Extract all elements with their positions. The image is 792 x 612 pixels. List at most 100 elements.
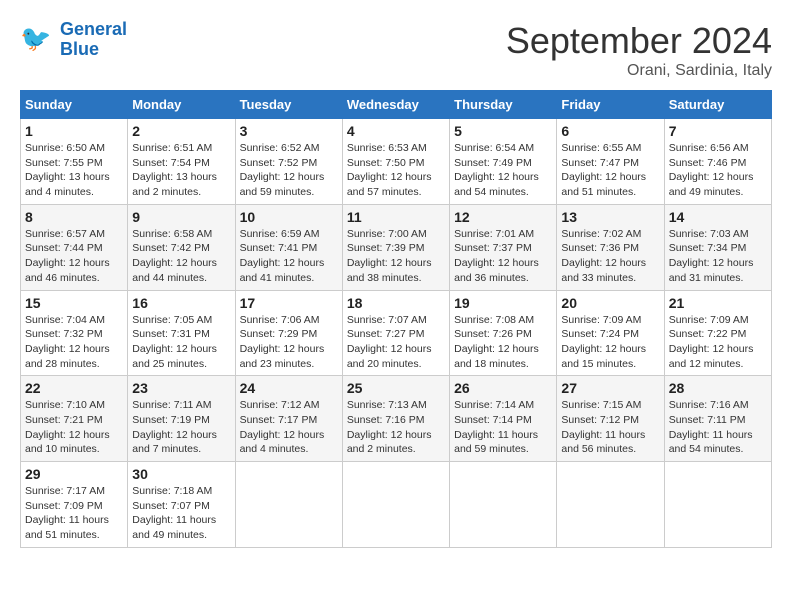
- calendar-cell: [557, 462, 664, 548]
- day-number: 6: [561, 123, 659, 139]
- day-number: 24: [240, 380, 338, 396]
- logo-text: General Blue: [60, 20, 127, 60]
- day-info: Sunrise: 6:56 AMSunset: 7:46 PMDaylight:…: [669, 141, 767, 200]
- day-info: Sunrise: 7:15 AMSunset: 7:12 PMDaylight:…: [561, 398, 659, 457]
- calendar-cell: [664, 462, 771, 548]
- day-info: Sunrise: 7:05 AMSunset: 7:31 PMDaylight:…: [132, 313, 230, 372]
- day-number: 20: [561, 295, 659, 311]
- logo-line1: General: [60, 19, 127, 39]
- day-info: Sunrise: 7:18 AMSunset: 7:07 PMDaylight:…: [132, 484, 230, 543]
- calendar-week-2: 8Sunrise: 6:57 AMSunset: 7:44 PMDaylight…: [21, 204, 772, 290]
- day-info: Sunrise: 7:16 AMSunset: 7:11 PMDaylight:…: [669, 398, 767, 457]
- day-info: Sunrise: 7:02 AMSunset: 7:36 PMDaylight:…: [561, 227, 659, 286]
- calendar-header-row: SundayMondayTuesdayWednesdayThursdayFrid…: [21, 91, 772, 119]
- calendar-cell: 14 Sunrise: 7:03 AMSunset: 7:34 PMDayligh…: [664, 204, 771, 290]
- calendar-cell: 9 Sunrise: 6:58 AMSunset: 7:42 PMDaylight…: [128, 204, 235, 290]
- day-info: Sunrise: 6:55 AMSunset: 7:47 PMDaylight:…: [561, 141, 659, 200]
- calendar-cell: 19 Sunrise: 7:08 AMSunset: 7:26 PMDayligh…: [450, 290, 557, 376]
- day-number: 16: [132, 295, 230, 311]
- calendar-week-3: 15 Sunrise: 7:04 AMSunset: 7:32 PMDayligh…: [21, 290, 772, 376]
- page-header: 🐦 General Blue September 2024 Orani, Sar…: [20, 20, 772, 80]
- column-header-friday: Friday: [557, 91, 664, 119]
- column-header-saturday: Saturday: [664, 91, 771, 119]
- calendar-cell: 17Sunrise: 7:06 AMSunset: 7:29 PMDayligh…: [235, 290, 342, 376]
- calendar-cell: 8Sunrise: 6:57 AMSunset: 7:44 PMDaylight…: [21, 204, 128, 290]
- calendar-cell: 10Sunrise: 6:59 AMSunset: 7:41 PMDayligh…: [235, 204, 342, 290]
- day-info: Sunrise: 7:14 AMSunset: 7:14 PMDaylight:…: [454, 398, 552, 457]
- calendar-cell: 2 Sunrise: 6:51 AMSunset: 7:54 PMDaylight…: [128, 119, 235, 205]
- day-number: 27: [561, 380, 659, 396]
- day-info: Sunrise: 6:58 AMSunset: 7:42 PMDaylight:…: [132, 227, 230, 286]
- day-number: 9: [132, 209, 230, 225]
- calendar-cell: 15 Sunrise: 7:04 AMSunset: 7:32 PMDayligh…: [21, 290, 128, 376]
- calendar-cell: 26 Sunrise: 7:14 AMSunset: 7:14 PMDayligh…: [450, 376, 557, 462]
- svg-text:🐦: 🐦: [20, 25, 51, 53]
- day-info: Sunrise: 7:09 AMSunset: 7:24 PMDaylight:…: [561, 313, 659, 372]
- day-number: 3: [240, 123, 338, 139]
- calendar-cell: 11 Sunrise: 7:00 AMSunset: 7:39 PMDayligh…: [342, 204, 449, 290]
- day-number: 17: [240, 295, 338, 311]
- day-number: 26: [454, 380, 552, 396]
- column-header-thursday: Thursday: [450, 91, 557, 119]
- calendar-cell: 29Sunrise: 7:17 AMSunset: 7:09 PMDayligh…: [21, 462, 128, 548]
- day-info: Sunrise: 6:59 AMSunset: 7:41 PMDaylight:…: [240, 227, 338, 286]
- day-info: Sunrise: 7:10 AMSunset: 7:21 PMDaylight:…: [25, 398, 123, 457]
- column-header-monday: Monday: [128, 91, 235, 119]
- calendar-cell: 27 Sunrise: 7:15 AMSunset: 7:12 PMDayligh…: [557, 376, 664, 462]
- day-info: Sunrise: 7:08 AMSunset: 7:26 PMDaylight:…: [454, 313, 552, 372]
- calendar-week-5: 29Sunrise: 7:17 AMSunset: 7:09 PMDayligh…: [21, 462, 772, 548]
- day-number: 30: [132, 466, 230, 482]
- calendar-cell: 18 Sunrise: 7:07 AMSunset: 7:27 PMDayligh…: [342, 290, 449, 376]
- day-number: 4: [347, 123, 445, 139]
- day-number: 19: [454, 295, 552, 311]
- logo: 🐦 General Blue: [20, 20, 127, 60]
- day-info: Sunrise: 7:07 AMSunset: 7:27 PMDaylight:…: [347, 313, 445, 372]
- day-number: 11: [347, 209, 445, 225]
- calendar-cell: 20 Sunrise: 7:09 AMSunset: 7:24 PMDayligh…: [557, 290, 664, 376]
- calendar-table: SundayMondayTuesdayWednesdayThursdayFrid…: [20, 90, 772, 548]
- day-info: Sunrise: 7:03 AMSunset: 7:34 PMDaylight:…: [669, 227, 767, 286]
- calendar-cell: 7Sunrise: 6:56 AMSunset: 7:46 PMDaylight…: [664, 119, 771, 205]
- day-number: 2: [132, 123, 230, 139]
- day-info: Sunrise: 6:57 AMSunset: 7:44 PMDaylight:…: [25, 227, 123, 286]
- day-number: 25: [347, 380, 445, 396]
- day-info: Sunrise: 6:51 AMSunset: 7:54 PMDaylight:…: [132, 141, 230, 200]
- day-number: 13: [561, 209, 659, 225]
- calendar-cell: 3 Sunrise: 6:52 AMSunset: 7:52 PMDaylight…: [235, 119, 342, 205]
- column-header-sunday: Sunday: [21, 91, 128, 119]
- calendar-cell: [235, 462, 342, 548]
- day-number: 14: [669, 209, 767, 225]
- day-number: 15: [25, 295, 123, 311]
- calendar-week-4: 22Sunrise: 7:10 AMSunset: 7:21 PMDayligh…: [21, 376, 772, 462]
- day-info: Sunrise: 7:04 AMSunset: 7:32 PMDaylight:…: [25, 313, 123, 372]
- calendar-cell: 13 Sunrise: 7:02 AMSunset: 7:36 PMDayligh…: [557, 204, 664, 290]
- day-number: 12: [454, 209, 552, 225]
- day-info: Sunrise: 6:52 AMSunset: 7:52 PMDaylight:…: [240, 141, 338, 200]
- calendar-cell: 1Sunrise: 6:50 AMSunset: 7:55 PMDaylight…: [21, 119, 128, 205]
- day-info: Sunrise: 7:13 AMSunset: 7:16 PMDaylight:…: [347, 398, 445, 457]
- day-info: Sunrise: 7:17 AMSunset: 7:09 PMDaylight:…: [25, 484, 123, 543]
- logo-icon: 🐦: [20, 22, 56, 58]
- calendar-cell: 24 Sunrise: 7:12 AMSunset: 7:17 PMDayligh…: [235, 376, 342, 462]
- column-header-wednesday: Wednesday: [342, 91, 449, 119]
- calendar-cell: 28Sunrise: 7:16 AMSunset: 7:11 PMDayligh…: [664, 376, 771, 462]
- location: Orani, Sardinia, Italy: [506, 62, 772, 80]
- title-block: September 2024 Orani, Sardinia, Italy: [506, 20, 772, 80]
- day-info: Sunrise: 7:00 AMSunset: 7:39 PMDaylight:…: [347, 227, 445, 286]
- day-number: 21: [669, 295, 767, 311]
- day-info: Sunrise: 6:53 AMSunset: 7:50 PMDaylight:…: [347, 141, 445, 200]
- logo-line2: Blue: [60, 39, 99, 59]
- day-info: Sunrise: 6:54 AMSunset: 7:49 PMDaylight:…: [454, 141, 552, 200]
- calendar-cell: 23 Sunrise: 7:11 AMSunset: 7:19 PMDayligh…: [128, 376, 235, 462]
- day-info: Sunrise: 7:12 AMSunset: 7:17 PMDaylight:…: [240, 398, 338, 457]
- day-number: 18: [347, 295, 445, 311]
- calendar-cell: 12Sunrise: 7:01 AMSunset: 7:37 PMDayligh…: [450, 204, 557, 290]
- calendar-cell: 30 Sunrise: 7:18 AMSunset: 7:07 PMDayligh…: [128, 462, 235, 548]
- day-number: 23: [132, 380, 230, 396]
- calendar-cell: [450, 462, 557, 548]
- day-number: 5: [454, 123, 552, 139]
- day-info: Sunrise: 7:09 AMSunset: 7:22 PMDaylight:…: [669, 313, 767, 372]
- day-info: Sunrise: 7:11 AMSunset: 7:19 PMDaylight:…: [132, 398, 230, 457]
- calendar-cell: 6 Sunrise: 6:55 AMSunset: 7:47 PMDaylight…: [557, 119, 664, 205]
- calendar-cell: 22Sunrise: 7:10 AMSunset: 7:21 PMDayligh…: [21, 376, 128, 462]
